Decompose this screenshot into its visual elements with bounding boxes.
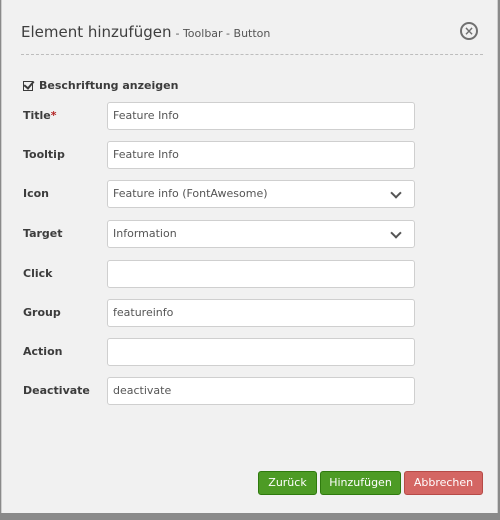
- target-select[interactable]: Information: [107, 220, 415, 248]
- title-label: Title*: [23, 109, 57, 122]
- show-label-checkbox-row[interactable]: Beschriftung anzeigen: [23, 79, 178, 92]
- show-label-checkbox-label: Beschriftung anzeigen: [39, 79, 179, 92]
- target-label: Target: [23, 227, 63, 240]
- form-row-click: Click: [23, 260, 415, 288]
- page-bottom-bar: [0, 513, 500, 520]
- form-row-tooltip: Tooltip Feature Info: [23, 141, 415, 169]
- form-row-action: Action: [23, 338, 415, 366]
- form-row-title: Title* Feature Info: [23, 102, 415, 130]
- deactivate-input[interactable]: deactivate: [107, 377, 415, 405]
- form-row-group: Group featureinfo: [23, 299, 415, 327]
- icon-label: Icon: [23, 187, 50, 200]
- icon-select-value: Feature info (FontAwesome): [113, 187, 268, 200]
- dialog-title-text: Element hinzufügen: [21, 23, 172, 41]
- form-row-deactivate: Deactivate deactivate: [23, 377, 415, 405]
- close-icon[interactable]: ×: [460, 22, 478, 40]
- click-label: Click: [23, 267, 53, 280]
- tooltip-label: Tooltip: [23, 148, 65, 161]
- chevron-down-icon: [390, 227, 402, 239]
- title-input[interactable]: Feature Info: [107, 102, 415, 130]
- action-input[interactable]: [107, 338, 415, 366]
- deactivate-label: Deactivate: [23, 384, 90, 397]
- add-element-dialog: Element hinzufügen - Toolbar - Button × B…: [1, 0, 498, 513]
- show-label-checkbox[interactable]: [23, 80, 33, 91]
- dialog-title: Element hinzufügen - Toolbar - Button: [21, 23, 270, 41]
- dialog-header: Element hinzufügen - Toolbar - Button ×: [21, 22, 483, 55]
- cancel-button[interactable]: Abbrechen: [404, 471, 483, 495]
- group-input[interactable]: featureinfo: [107, 299, 415, 327]
- back-button[interactable]: Zurück: [258, 471, 317, 495]
- action-label: Action: [23, 345, 63, 358]
- icon-select[interactable]: Feature info (FontAwesome): [107, 180, 415, 208]
- add-button[interactable]: Hinzufügen: [320, 471, 401, 495]
- group-label: Group: [23, 306, 61, 319]
- target-select-value: Information: [113, 227, 177, 240]
- dialog-subtitle: - Toolbar - Button: [175, 27, 271, 40]
- click-input[interactable]: [107, 260, 415, 288]
- tooltip-input[interactable]: Feature Info: [107, 141, 415, 169]
- chevron-down-icon: [390, 187, 402, 199]
- form-row-icon: Icon Feature info (FontAwesome): [23, 180, 415, 208]
- form-row-target: Target Information: [23, 220, 415, 248]
